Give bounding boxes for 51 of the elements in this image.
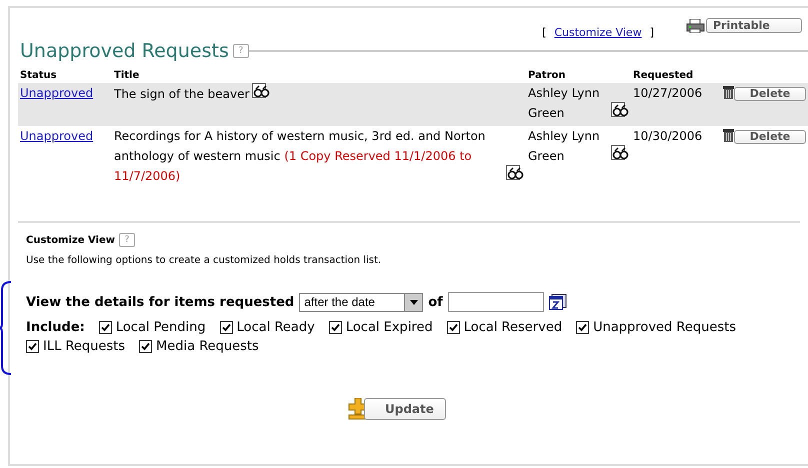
column-header: Requested <box>631 68 721 83</box>
date-condition-dropdown[interactable]: after the date <box>299 292 424 312</box>
title-text: The sign of the beaver <box>114 86 250 103</box>
bracket: [ <box>542 26 546 38</box>
calendar-icon[interactable] <box>548 294 567 310</box>
title-text: Recordings for A history of western music, 3rd ed. and Norton anthology of western music (1 Copy Reserved 11/1/2006 to 11/7/2006) <box>114 128 486 185</box>
checkbox[interactable] <box>446 321 460 334</box>
checkbox-label: Media Requests <box>156 339 259 354</box>
caret-icon <box>410 300 418 304</box>
checkbox[interactable] <box>328 321 342 334</box>
binoculars-icon[interactable] <box>252 83 270 99</box>
section-title: Customize View <box>26 234 116 246</box>
table-row[interactable]: Unapproved Recordings for A history of western music, 3rd ed. and Norton anthology of western music (1 Copy Reserved 11/1/2006 to 11/7/2006) Ashley Lynn Green 10/30/2006 Delete <box>18 126 808 189</box>
update-button[interactable]: Update <box>364 398 446 420</box>
checkbox[interactable] <box>576 321 590 334</box>
printable-button[interactable]: Printable <box>706 18 802 32</box>
status-link[interactable]: Unapproved <box>20 129 94 143</box>
checkbox[interactable] <box>220 321 233 334</box>
date-input-field[interactable] <box>448 292 544 312</box>
column-header: Patron <box>526 68 631 83</box>
binoculars-icon[interactable] <box>506 165 524 181</box>
checkbox-label: Local Ready <box>236 320 315 335</box>
checkbox-label: ILL Requests <box>43 339 126 354</box>
of-label: of <box>428 294 443 310</box>
include-label: Include: <box>26 320 85 335</box>
delete-button[interactable]: Delete <box>734 130 806 144</box>
delete-button[interactable]: Delete <box>734 87 806 101</box>
checkbox-label: Local Pending <box>116 320 206 335</box>
column-header: Status <box>18 68 112 83</box>
trash-icon <box>723 128 734 142</box>
requested-date: 10/27/2006 <box>633 86 702 100</box>
customize-view-link[interactable]: Customize View <box>554 26 642 38</box>
requested-date: 10/30/2006 <box>633 129 702 143</box>
trash-icon <box>723 85 734 99</box>
patron-name: Ashley Lynn Green <box>528 85 601 122</box>
checkbox-label: Local Reserved <box>464 320 562 335</box>
column-header: Title <box>112 68 526 83</box>
patron-name: Ashley Lynn Green <box>528 128 601 165</box>
binoculars-icon[interactable] <box>611 102 629 118</box>
checkbox-label: Local Expired <box>346 320 433 335</box>
binoculars-icon[interactable] <box>611 145 629 161</box>
description-text: Use the following options to create a customized holds transaction list. <box>26 255 382 266</box>
checkbox-label: Unapproved Requests <box>593 320 736 335</box>
details-label: View the details for items requested <box>26 294 294 310</box>
section-title: Unapproved Requests <box>19 40 229 62</box>
bracket: ] <box>650 26 654 38</box>
checkbox[interactable] <box>26 340 39 353</box>
status-link[interactable]: Unapproved <box>20 86 94 100</box>
checkbox[interactable] <box>139 340 152 353</box>
printer-icon <box>686 19 706 33</box>
checkbox[interactable] <box>98 321 112 334</box>
